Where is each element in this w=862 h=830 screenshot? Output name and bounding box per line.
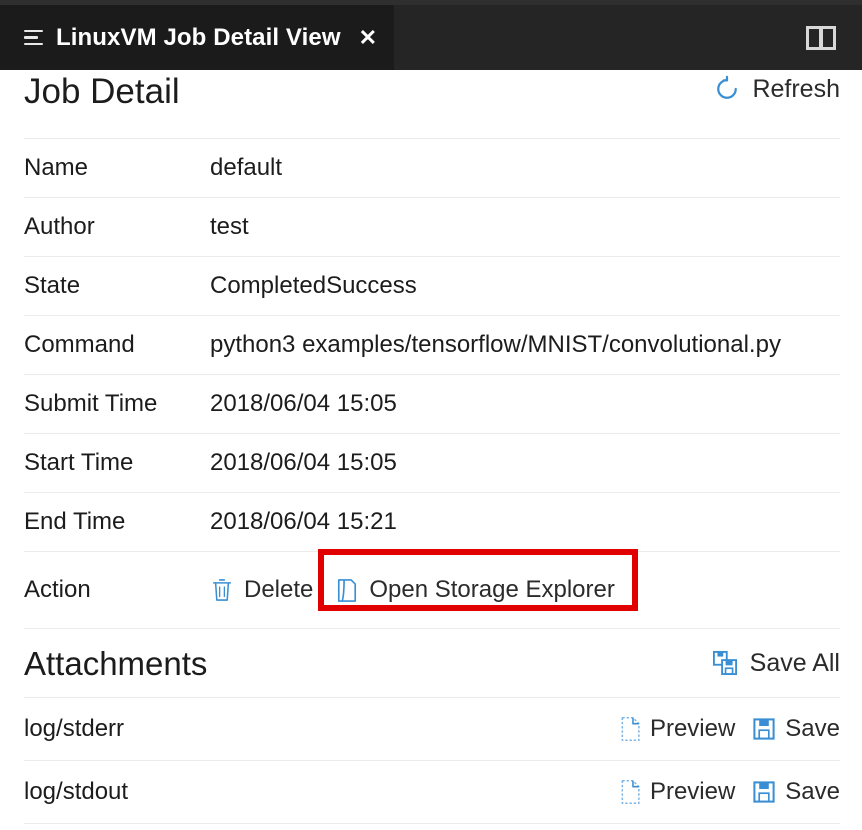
row-label: State [24, 272, 81, 299]
attachment-row: log/stdout Preview Save [24, 761, 840, 824]
tab-title: LinuxVM Job Detail View [56, 23, 341, 51]
row-label: Submit Time [24, 390, 158, 417]
row-value: python3 examples/tensorflow/MNIST/convol… [210, 331, 781, 358]
save-floppy-icon [752, 780, 776, 804]
delete-label: Delete [244, 576, 314, 603]
delete-button[interactable]: Delete [210, 576, 335, 604]
row-value: CompletedSuccess [210, 272, 417, 299]
row-label: End Time [24, 508, 126, 535]
refresh-circular-arrow-icon [713, 75, 741, 103]
save-all-button[interactable]: Save All [711, 649, 840, 678]
save-all-floppy-icon [711, 649, 739, 677]
row-value: default [210, 154, 283, 181]
title-bar: LinuxVM Job Detail View ✕ [0, 5, 862, 70]
save-floppy-icon [752, 717, 776, 741]
row-label: Start Time [24, 449, 134, 476]
split-panel-icon[interactable] [806, 5, 862, 70]
row-value: 2018/06/04 15:05 [210, 390, 397, 417]
save-all-label: Save All [749, 648, 840, 677]
page-header: Job Detail Refresh [24, 70, 840, 138]
refresh-button[interactable]: Refresh [713, 75, 840, 106]
job-detail-view: LinuxVM Job Detail View ✕ Job Detail Ref… [0, 0, 862, 830]
table-row: End Time 2018/06/04 15:21 [24, 493, 840, 552]
attachment-actions: Preview Save [619, 778, 840, 806]
open-storage-explorer-button[interactable]: Open Storage Explorer [335, 576, 636, 604]
attachments-header: Attachments Save All [24, 629, 840, 698]
table-row: Submit Time 2018/06/04 15:05 [24, 375, 840, 434]
attachment-name: log/stdout [24, 778, 129, 805]
attachment-row: log/stderr Preview Save [24, 698, 840, 761]
attachment-name: log/stderr [24, 715, 125, 742]
preview-document-icon [619, 779, 641, 805]
table-row: Author test [24, 198, 840, 257]
row-label: Action [24, 576, 91, 603]
tab-linuxvm-job-detail-view[interactable]: LinuxVM Job Detail View ✕ [0, 5, 395, 70]
table-row: Name default [24, 139, 840, 198]
action-buttons: Delete Open Storage Explorer [210, 576, 637, 604]
list-menu-icon [24, 29, 43, 46]
refresh-label: Refresh [752, 74, 840, 103]
save-button[interactable]: Save [752, 715, 840, 743]
row-label: Name [24, 154, 89, 181]
titlebar-spacer [394, 5, 806, 70]
job-detail-table: Name default Author test State Completed… [24, 138, 840, 629]
row-value: test [210, 213, 249, 240]
table-row-action: Action Delete Open Storage Explorer [24, 552, 840, 629]
preview-button[interactable]: Preview [619, 715, 735, 743]
page-content: Job Detail Refresh Name default Author t… [0, 70, 862, 824]
page-title: Job Detail [24, 72, 180, 111]
row-value: 2018/06/04 15:21 [210, 508, 397, 535]
attachments-title: Attachments [24, 644, 208, 682]
save-label: Save [785, 715, 840, 742]
preview-label: Preview [649, 715, 736, 742]
close-icon[interactable]: ✕ [359, 26, 377, 49]
preview-button[interactable]: Preview [619, 778, 735, 806]
preview-document-icon [619, 716, 641, 742]
trash-icon [210, 577, 234, 603]
row-label: Command [24, 331, 135, 358]
open-storage-explorer-label: Open Storage Explorer [369, 576, 615, 603]
preview-label: Preview [649, 778, 736, 805]
table-row: Start Time 2018/06/04 15:05 [24, 434, 840, 493]
save-button[interactable]: Save [752, 778, 840, 806]
row-value: 2018/06/04 15:05 [210, 449, 397, 476]
save-label: Save [785, 778, 840, 805]
storage-folder-icon [335, 577, 359, 604]
attachment-actions: Preview Save [619, 715, 840, 743]
row-label: Author [24, 213, 95, 240]
table-row: Command python3 examples/tensorflow/MNIS… [24, 316, 840, 375]
table-row: State CompletedSuccess [24, 257, 840, 316]
